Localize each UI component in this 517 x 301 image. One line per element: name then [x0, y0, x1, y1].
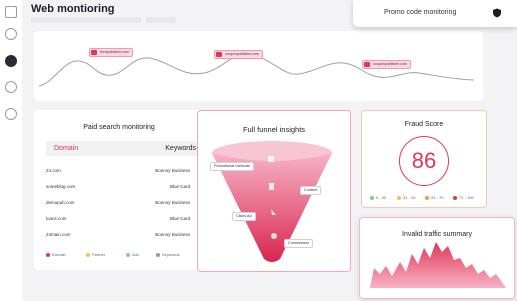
compass-icon[interactable] — [5, 55, 17, 67]
column-header-keywords[interactable]: Keywords — [165, 145, 196, 152]
fraud-score-card: Fraud Score 86 0 - 30 31 - 40 41 - 70 71… — [361, 110, 487, 208]
invalid-traffic-card: Invalid traffic summary — [359, 217, 515, 299]
traffic-tag[interactable]: couponpublisher.com — [362, 60, 411, 69]
funnel-stage-label: Conversions — [284, 239, 314, 248]
database-icon[interactable] — [5, 28, 17, 40]
invalid-traffic-area — [370, 242, 506, 288]
shield-icon[interactable] — [492, 8, 502, 18]
paid-search-card: Paid search monitoring Domain Keywords 2… — [34, 110, 204, 270]
traffic-line — [38, 53, 475, 87]
dollar-icon[interactable] — [5, 81, 17, 93]
legend-domain: Domain — [46, 252, 66, 257]
page-title: Web montioring — [31, 3, 115, 15]
shield-icon[interactable] — [5, 108, 17, 120]
fraud-legend-item: 71 - 100 — [453, 195, 474, 200]
funnel-shape — [212, 141, 332, 262]
funnel-stage-label: Content — [300, 186, 322, 195]
funnel-stage-label: Promotional methods — [210, 162, 254, 171]
legend-partner: Partner — [86, 252, 105, 257]
funnel-card: Full funnel insights Promotional methods… — [197, 110, 351, 272]
subtitle-placeholder — [31, 17, 141, 23]
fraud-legend-item: 0 - 30 — [370, 195, 386, 200]
fraud-legend-item: 41 - 70 — [425, 195, 443, 200]
funnel-stage-label: Clicks Ad — [232, 212, 256, 221]
fraud-legend-item: 31 - 40 — [397, 195, 415, 200]
window-icon[interactable] — [5, 6, 17, 18]
card-title: Fraud Score — [404, 121, 444, 128]
legend-keywords: Keywords — [156, 252, 180, 257]
traffic-tag[interactable]: couponpublisher.com — [214, 50, 263, 59]
promo-code-monitoring-panel[interactable]: Promo code monitoring — [353, 0, 517, 27]
traffic-chart-card: techpublisher.com couponpublisher.com co… — [34, 31, 483, 101]
fraud-score-value: 86 — [411, 148, 437, 173]
column-header-domain[interactable]: Domain — [54, 145, 78, 152]
traffic-tag[interactable]: techpublisher.com — [89, 48, 133, 57]
promo-label: Promo code monitoring — [384, 9, 457, 16]
subtitle-placeholder — [146, 17, 176, 23]
sidebar — [0, 0, 22, 301]
card-title: Paid search monitoring — [83, 124, 155, 131]
legend-ads: Ads — [126, 252, 139, 257]
table-header: Domain Keywords — [46, 141, 204, 156]
